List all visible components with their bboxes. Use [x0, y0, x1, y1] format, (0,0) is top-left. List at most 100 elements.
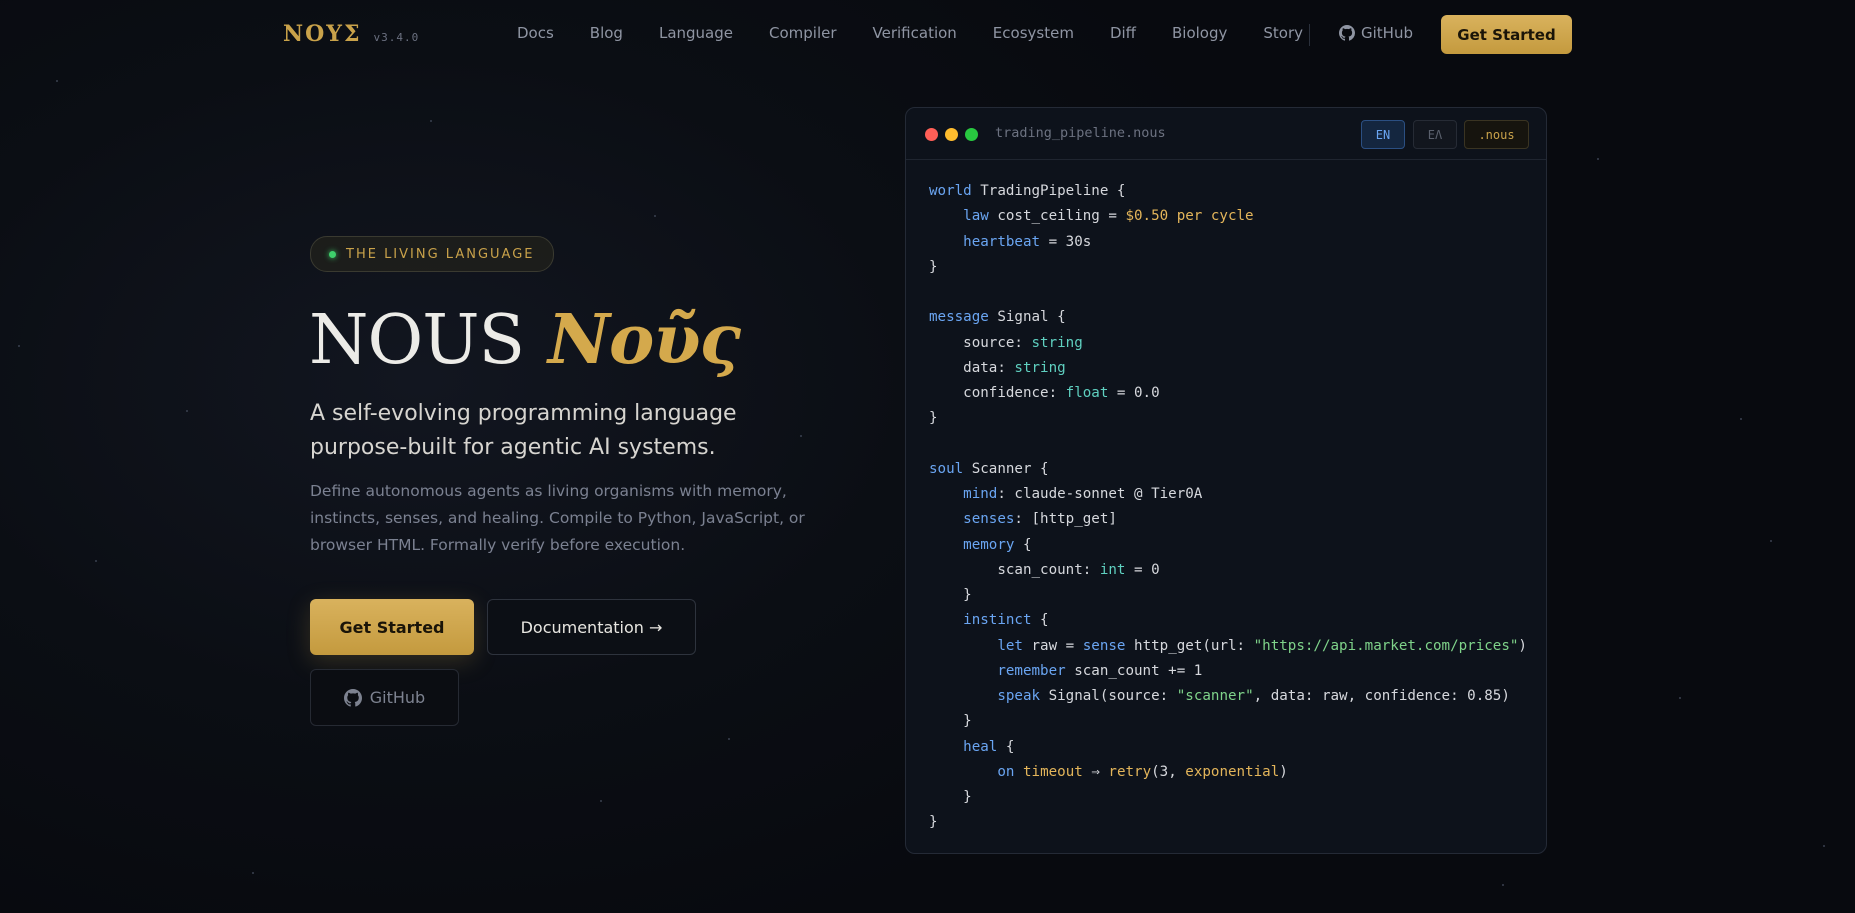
hero-title-greek: Νοῦς	[547, 300, 741, 380]
github-icon	[343, 688, 362, 707]
code-block: world TradingPipeline { law cost_ceiling…	[929, 179, 1527, 836]
code-token: mind	[963, 486, 998, 502]
code-token: heartbeat	[963, 233, 1041, 250]
code-line: heartbeat = 30s	[929, 230, 1527, 255]
tab-file-extension[interactable]: .nous	[1464, 120, 1529, 149]
code-token: sense	[1082, 637, 1126, 654]
version-label: v3.4.0	[373, 31, 420, 44]
status-dot-icon	[329, 250, 336, 258]
nav-link-compiler[interactable]: Compiler	[769, 24, 837, 42]
code-token: }	[929, 410, 938, 427]
code-token: int	[1099, 561, 1126, 578]
code-line: let raw = sense http_get(url: "https://a…	[929, 634, 1527, 659]
logo[interactable]: ΝΟΥΣ v3.4.0	[283, 21, 419, 47]
editor-filename: trading_pipeline.nous	[995, 125, 1166, 141]
nav-link-ecosystem[interactable]: Ecosystem	[993, 24, 1074, 42]
nav-link-story[interactable]: Story	[1263, 24, 1303, 42]
code-token: "scanner"	[1176, 688, 1254, 704]
tab-language-el[interactable]: ΕΛ	[1413, 120, 1457, 149]
code-token: cost_ceiling =	[988, 208, 1126, 225]
code-line: }	[929, 785, 1527, 810]
code-line: data: string	[929, 356, 1527, 381]
code-token: {	[997, 738, 1015, 755]
code-token: scan_count += 1	[1065, 662, 1203, 679]
code-token: timeout	[1022, 763, 1083, 780]
code-token: Signal(source:	[1040, 688, 1177, 704]
github-icon	[1339, 25, 1355, 41]
close-window-dot-icon[interactable]	[925, 128, 938, 141]
code-token: scan_count:	[929, 561, 1100, 578]
nav-link-language[interactable]: Language	[659, 24, 733, 42]
code-line: message Signal {	[929, 305, 1527, 330]
code-token: (3,	[1151, 763, 1186, 780]
nav-link-diff[interactable]: Diff	[1110, 24, 1136, 42]
code-token: {	[1014, 536, 1032, 553]
nav-divider	[1309, 24, 1310, 46]
code-token: = 30s	[1040, 233, 1092, 250]
code-line: remember scan_count += 1	[929, 659, 1527, 684]
nav-links: Docs Blog Language Compiler Verification…	[517, 24, 1303, 42]
code-token: }	[929, 587, 972, 603]
code-line: senses: [http_get]	[929, 507, 1527, 532]
code-token: , data: raw, confidence: 0.85)	[1253, 688, 1510, 704]
minimize-window-dot-icon[interactable]	[945, 128, 958, 141]
top-nav: ΝΟΥΣ v3.4.0 Docs Blog Language Compiler …	[0, 0, 1855, 70]
nav-link-verification[interactable]: Verification	[873, 24, 957, 42]
code-token: }	[929, 713, 972, 730]
nav-get-started-button[interactable]: Get Started	[1441, 15, 1572, 54]
code-line: }	[929, 406, 1527, 431]
code-token: speak	[997, 688, 1041, 704]
get-started-button[interactable]: Get Started	[310, 599, 474, 655]
nav-link-blog[interactable]: Blog	[590, 24, 623, 42]
code-token: on	[997, 763, 1015, 780]
code-line: speak Signal(source: "scanner", data: ra…	[929, 684, 1527, 709]
code-token: let	[997, 637, 1023, 654]
maximize-window-dot-icon[interactable]	[965, 128, 978, 141]
code-token: instinct	[963, 612, 1032, 629]
hero-description: Define autonomous agents as living organ…	[310, 482, 805, 554]
code-token: source:	[929, 334, 1032, 351]
code-token: data:	[929, 359, 1015, 376]
code-editor-window: trading_pipeline.nous EN ΕΛ .nous world …	[905, 107, 1547, 854]
nav-link-docs[interactable]: Docs	[517, 24, 554, 42]
code-line: }	[929, 583, 1527, 608]
nav-github-link[interactable]: GitHub	[1339, 24, 1413, 42]
code-token: Scanner {	[963, 460, 1049, 477]
documentation-button[interactable]: Documentation →	[487, 599, 696, 655]
editor-titlebar: trading_pipeline.nous EN ΕΛ .nous	[906, 108, 1546, 160]
code-token: )	[1279, 763, 1288, 780]
code-token: : [http_get]	[1014, 511, 1117, 528]
code-token: string	[1014, 359, 1066, 376]
code-token: ⇒	[1082, 763, 1109, 780]
code-line: }	[929, 810, 1527, 835]
github-button-label: GitHub	[369, 688, 426, 707]
code-line: }	[929, 255, 1527, 280]
code-line: on timeout ⇒ retry(3, exponential)	[929, 760, 1527, 785]
code-line: scan_count: int = 0	[929, 558, 1527, 583]
logo-text: ΝΟΥΣ	[283, 21, 362, 47]
code-line: instinct {	[929, 608, 1527, 633]
code-line: mind: claude-sonnet @ Tier0A	[929, 482, 1527, 507]
hero-title-latin: NOUS	[309, 301, 525, 380]
code-token: TradingPipeline {	[971, 183, 1126, 199]
nav-link-biology[interactable]: Biology	[1172, 24, 1227, 42]
code-token: = 0.0	[1108, 385, 1160, 401]
code-token: retry	[1108, 763, 1152, 780]
code-line: }	[929, 709, 1527, 734]
tab-language-en[interactable]: EN	[1361, 120, 1405, 149]
hero-badge: THE LIVING LANGUAGE	[310, 236, 554, 272]
code-token: float	[1065, 385, 1109, 401]
code-token: {	[1031, 612, 1049, 629]
code-line: memory {	[929, 533, 1527, 558]
github-button[interactable]: GitHub	[310, 669, 459, 726]
hero-title: NOUS Νοῦς	[309, 298, 741, 383]
code-line: source: string	[929, 331, 1527, 356]
code-token: : claude-sonnet @ Tier0A	[997, 486, 1203, 502]
